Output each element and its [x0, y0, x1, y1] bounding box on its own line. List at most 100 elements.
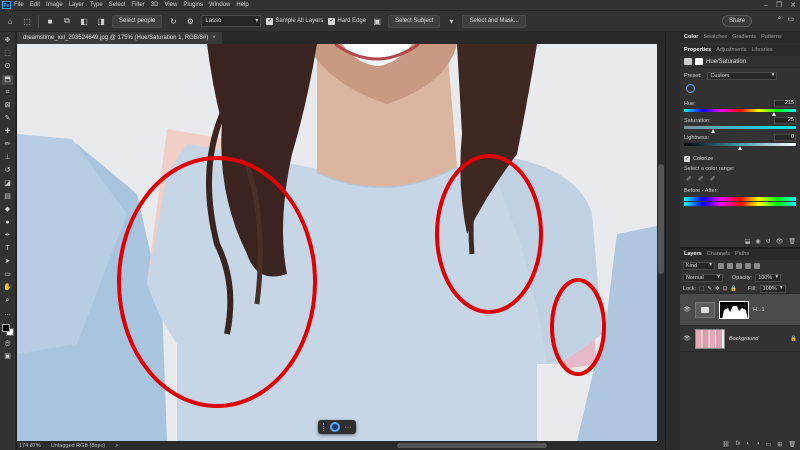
crop-tool-icon[interactable]: ⌗ [2, 88, 13, 98]
hue-slider-thumb[interactable] [772, 112, 777, 116]
drag-handle-icon[interactable] [322, 423, 325, 431]
smart-object-filter-icon[interactable] [754, 263, 760, 269]
layer-kind-select[interactable]: Kind [683, 262, 715, 270]
mode-select[interactable]: Lasso [201, 15, 262, 27]
object-selection-tool-icon[interactable]: ⬒ [2, 75, 13, 85]
eyedropper-minus-icon[interactable]: ✐ [710, 175, 716, 183]
blend-mode-select[interactable]: Normal [683, 274, 723, 282]
select-subject-button[interactable]: Select Subject [388, 14, 441, 28]
hard-edge-checkbox[interactable]: ✓ Hard Edge [328, 17, 366, 25]
eraser-tool-icon[interactable]: ◪ [2, 179, 13, 189]
delete-adjustment-icon[interactable]: 🗑 [788, 238, 796, 245]
healing-brush-icon[interactable]: ✚ [2, 127, 13, 137]
menu-layer[interactable]: Layer [69, 2, 84, 8]
horizontal-scroll-thumb[interactable] [397, 443, 547, 448]
new-group-icon[interactable]: ▭ [766, 441, 772, 448]
layer-row-hue-saturation[interactable]: 👁 H...1 [680, 294, 800, 326]
vertical-scroll-thumb[interactable] [658, 164, 664, 274]
brush-tool-icon[interactable]: ✏ [2, 140, 13, 150]
delete-layer-icon[interactable]: 🗑 [788, 441, 796, 448]
pen-tool-icon[interactable]: ✒ [2, 231, 13, 241]
pixel-filter-icon[interactable] [718, 263, 724, 269]
more-tools-icon[interactable]: … [2, 309, 13, 319]
history-brush-icon[interactable]: ↺ [2, 166, 13, 176]
tab-swatches[interactable]: Swatches [703, 32, 727, 43]
lock-pixels-icon[interactable]: ⬚ [699, 286, 704, 292]
more-options-icon[interactable]: ··· [345, 424, 352, 431]
gradient-tool-icon[interactable]: ▤ [2, 192, 13, 202]
color-swatches[interactable] [1, 324, 14, 336]
eyedropper-tool-icon[interactable]: ✎ [2, 114, 13, 124]
colorize-checkbox[interactable]: ✓ Colorize [680, 154, 800, 164]
new-layer-icon[interactable]: ⊞ [777, 441, 782, 448]
select-people-button[interactable]: Select people [112, 14, 163, 28]
menu-view[interactable]: View [164, 2, 177, 8]
type-tool-icon[interactable]: T [2, 244, 13, 254]
menu-help[interactable]: Help [236, 2, 248, 8]
menu-window[interactable]: Window [209, 2, 230, 8]
quick-mask-icon[interactable]: ◎ [2, 339, 13, 349]
visibility-eye-icon[interactable]: 👁 [683, 335, 691, 342]
zoom-tool-icon[interactable]: ⌕ [2, 296, 13, 306]
add-mask-icon[interactable]: ◐ [746, 441, 750, 448]
lock-position-icon[interactable]: ✥ [715, 286, 720, 292]
document-canvas[interactable] [17, 44, 657, 441]
document-tab[interactable]: dreamstime_xxl_203524649.jpg @ 175% (Hue… [17, 32, 222, 44]
adjustment-filter-icon[interactable] [727, 263, 733, 269]
lock-brush-icon[interactable]: ✎ [707, 286, 712, 292]
settings-gear-icon[interactable]: ⚙ [184, 15, 196, 27]
menu-select[interactable]: Select [109, 2, 126, 8]
layer-row-background[interactable]: 👁 Background 🔒 [680, 326, 800, 352]
layer-lock-icon[interactable]: 🔒 [790, 336, 797, 342]
lightness-slider[interactable] [684, 146, 796, 150]
tab-properties[interactable]: Properties [684, 45, 711, 56]
rectangle-tool-icon[interactable]: ▭ [2, 270, 13, 280]
tab-gradients[interactable]: Gradients [732, 32, 756, 43]
fill-input[interactable]: 100% [759, 284, 786, 293]
tab-adjustments[interactable]: Adjustments [716, 45, 746, 56]
type-filter-icon[interactable] [736, 263, 742, 269]
menu-3d[interactable]: 3D [151, 2, 159, 8]
lasso-tool-icon[interactable]: ʘ [2, 62, 13, 72]
tab-layers[interactable]: Layers [684, 249, 702, 260]
frame-tool-icon[interactable]: ⊠ [2, 101, 13, 111]
screen-mode-icon[interactable]: ▣ [2, 352, 13, 362]
new-selection-icon[interactable]: ■ [44, 15, 56, 27]
workspace-icon[interactable]: ▭ [787, 15, 794, 23]
shape-filter-icon[interactable] [745, 263, 751, 269]
visibility-icon[interactable]: 👁 [776, 238, 784, 245]
minimize-icon[interactable]: – [764, 2, 768, 9]
tab-paths[interactable]: Paths [735, 249, 749, 260]
add-selection-icon[interactable]: ⧉ [61, 15, 73, 27]
subtract-selection-icon[interactable]: ◧ [78, 15, 90, 27]
view-previous-icon[interactable]: ◉ [755, 238, 760, 245]
object-finder-icon[interactable]: ▣ [371, 15, 383, 27]
maximize-icon[interactable]: ❐ [776, 1, 782, 9]
tab-patterns[interactable]: Patterns [761, 32, 781, 43]
eyedropper-icon[interactable]: ✐ [686, 175, 692, 183]
hand-tool-icon[interactable]: ✋ [2, 283, 13, 293]
move-tool-icon[interactable]: ✥ [2, 36, 13, 46]
menu-edit[interactable]: Edit [30, 2, 40, 8]
tab-color[interactable]: Color [684, 32, 698, 43]
layer-mask-thumbnail[interactable] [719, 300, 749, 319]
select-subject-dropdown-icon[interactable]: ▾ [445, 15, 457, 27]
link-layers-icon[interactable]: ⛓ [722, 441, 730, 448]
object-selection-tool-icon[interactable]: ⬚ [21, 15, 33, 27]
mask-icon[interactable] [695, 58, 703, 65]
targeted-adjustment-icon[interactable] [686, 84, 695, 93]
menu-type[interactable]: Type [90, 2, 103, 8]
new-adjustment-icon[interactable]: ◑ [756, 441, 760, 448]
eyedropper-plus-icon[interactable]: ✐ [698, 175, 704, 183]
saturation-slider-thumb[interactable] [710, 129, 715, 133]
close-tab-icon[interactable]: × [212, 35, 216, 41]
clone-stamp-icon[interactable]: ⊥ [2, 153, 13, 163]
select-and-mask-button[interactable]: Select and Mask... [462, 14, 526, 28]
layer-style-icon[interactable]: fx [736, 441, 741, 448]
share-button[interactable]: Share [721, 15, 752, 27]
lightness-input[interactable]: 0 [774, 134, 796, 141]
reset-icon[interactable]: ↺ [766, 238, 771, 245]
visibility-eye-icon[interactable]: 👁 [683, 306, 691, 313]
menu-file[interactable]: File [14, 2, 24, 8]
status-arrow-icon[interactable]: > [115, 443, 118, 449]
